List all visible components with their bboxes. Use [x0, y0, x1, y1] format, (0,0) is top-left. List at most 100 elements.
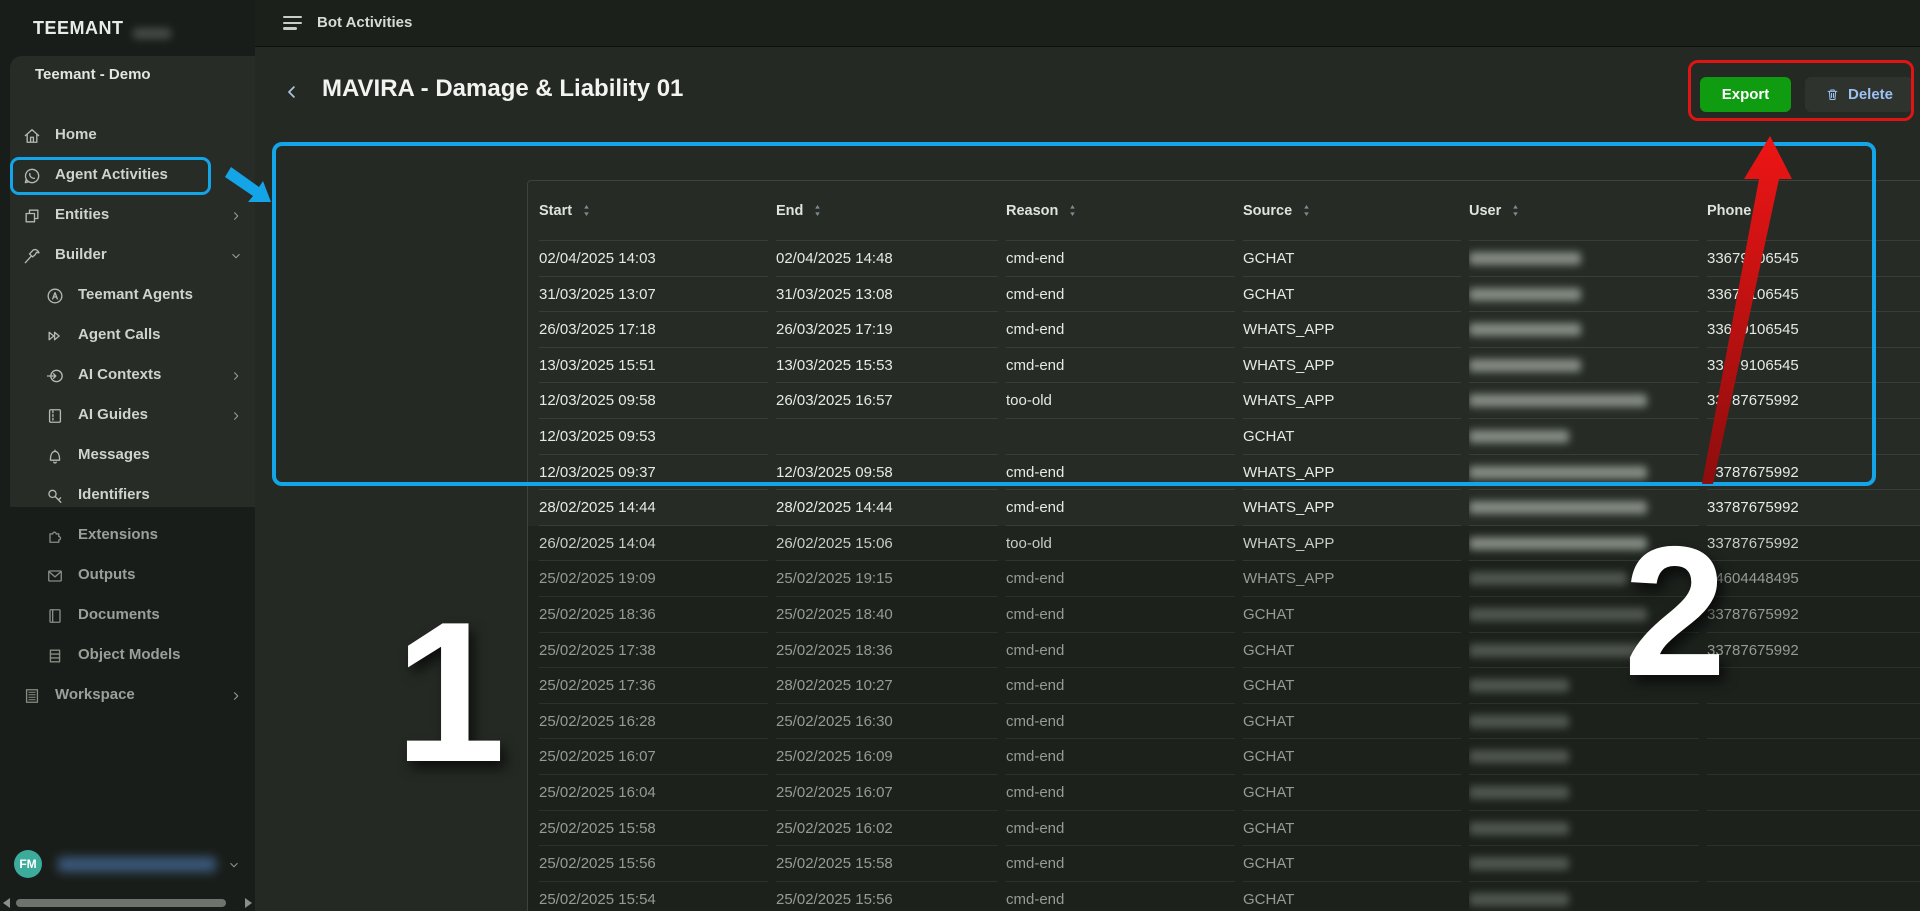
table-row[interactable]: 12/03/2025 09:37 12/03/2025 09:58 cmd-end W… [528, 454, 1920, 491]
sidebar-item-outputs[interactable]: Outputs [10, 556, 255, 596]
table-row[interactable]: 31/03/2025 13:07 31/03/2025 13:08 cmd-end G… [528, 276, 1920, 313]
delete-button[interactable]: Delete [1805, 77, 1913, 112]
cell-user [1469, 668, 1699, 704]
sidebar-horizontal-scrollbar[interactable] [0, 897, 255, 909]
sidebar-item-identifiers[interactable]: Identifiers [10, 476, 255, 516]
cell-end: 25/02/2025 16:07 [776, 775, 998, 811]
table-row[interactable]: 25/02/2025 15:56 25/02/2025 15:58 cmd-end G… [528, 846, 1920, 882]
column-header-phone[interactable]: Phone [1707, 181, 1920, 241]
cell-start: 25/02/2025 15:54 [539, 882, 768, 911]
user-redacted [1469, 465, 1647, 479]
object-models-icon [45, 646, 65, 666]
table-row[interactable]: 25/02/2025 15:58 25/02/2025 16:02 cmd-end G… [528, 810, 1920, 847]
sidebar-item-extensions[interactable]: Extensions [10, 516, 255, 556]
sidebar-item-ai-guides[interactable]: AI Guides [10, 396, 255, 436]
sidebar-item-agent-calls[interactable]: Agent Calls [10, 316, 255, 356]
user-redacted [1469, 892, 1569, 906]
sidebar-item-documents[interactable]: Documents [10, 596, 255, 636]
cell-user [1469, 348, 1699, 384]
table-row[interactable]: 25/02/2025 16:28 25/02/2025 16:30 cmd-end G… [528, 703, 1920, 740]
cell-start: 25/02/2025 16:04 [539, 775, 768, 811]
table-row[interactable]: 26/02/2025 14:04 26/02/2025 15:06 too-old W… [528, 525, 1920, 562]
table-row[interactable]: 12/03/2025 09:58 26/03/2025 16:57 too-old W… [528, 383, 1920, 419]
sidebar-item-object-models[interactable]: Object Models [10, 636, 255, 676]
cell-end: 26/03/2025 17:19 [776, 312, 998, 348]
sidebar-item-messages[interactable]: Messages [10, 436, 255, 476]
table-row[interactable]: 25/02/2025 17:36 28/02/2025 10:27 cmd-end G… [528, 668, 1920, 704]
table-row[interactable]: 02/04/2025 14:03 02/04/2025 14:48 cmd-end G… [528, 241, 1920, 277]
cell-user [1469, 882, 1699, 911]
cell-source: GCHAT [1243, 241, 1461, 277]
cell-start: 12/03/2025 09:53 [539, 419, 768, 455]
chevron-right-icon [229, 369, 243, 383]
user-redacted [1469, 287, 1581, 301]
scroll-right-arrow[interactable] [245, 898, 252, 908]
column-header-source[interactable]: Source [1243, 181, 1461, 241]
sidebar-item-entities[interactable]: Entities [10, 196, 255, 236]
back-button[interactable] [283, 80, 301, 104]
table-row[interactable]: 26/03/2025 17:18 26/03/2025 17:19 cmd-end W… [528, 312, 1920, 348]
sidebar-item-label: Extensions [78, 526, 159, 543]
workspace-title: Teemant - Demo [35, 66, 151, 83]
cell-user [1469, 312, 1699, 348]
cell-user [1469, 490, 1699, 526]
sidebar-item-builder[interactable]: Builder [10, 236, 255, 276]
column-header-end[interactable]: End [776, 181, 998, 241]
cell-end: 25/02/2025 18:40 [776, 597, 998, 633]
workspace-icon [22, 686, 42, 706]
app-logo: TEEMANT [33, 18, 124, 38]
cell-user [1469, 561, 1699, 597]
table-row[interactable]: 25/02/2025 17:38 25/02/2025 18:36 cmd-end G… [528, 632, 1920, 669]
sidebar-item-label: Documents [78, 606, 160, 623]
cell-start: 13/03/2025 15:51 [539, 348, 768, 384]
table-row[interactable]: 13/03/2025 15:51 13/03/2025 15:53 cmd-end W… [528, 347, 1920, 384]
cell-start: 25/02/2025 16:28 [539, 704, 768, 740]
sidebar-item-home[interactable]: Home [10, 116, 255, 156]
table-row[interactable]: 25/02/2025 16:04 25/02/2025 16:07 cmd-end G… [528, 775, 1920, 811]
agents-icon [45, 286, 65, 306]
delete-button-label: Delete [1847, 86, 1894, 103]
sidebar-item-teemant-agents[interactable]: Teemant Agents [10, 276, 255, 316]
export-button[interactable]: Export [1700, 77, 1791, 112]
sidebar-user-menu[interactable]: FM [0, 846, 255, 890]
home-icon [22, 126, 42, 146]
table-row[interactable]: 25/02/2025 19:09 25/02/2025 19:15 cmd-end W… [528, 561, 1920, 597]
table-row[interactable]: 25/02/2025 15:54 25/02/2025 15:56 cmd-end G… [528, 881, 1920, 911]
cell-phone [1707, 775, 1920, 811]
app-window: TEEMANT Teemant - Demo Home Agent Activit… [0, 0, 1920, 911]
cell-end: 25/02/2025 16:09 [776, 739, 998, 775]
column-header-user[interactable]: User [1469, 181, 1699, 241]
cell-source: WHATS_APP [1243, 312, 1461, 348]
scroll-left-arrow[interactable] [3, 898, 10, 908]
table-row[interactable]: 28/02/2025 14:44 28/02/2025 14:44 cmd-end W… [528, 490, 1920, 526]
table-row[interactable]: 25/02/2025 16:07 25/02/2025 16:09 cmd-end G… [528, 739, 1920, 775]
table-row[interactable]: 25/02/2025 18:36 25/02/2025 18:40 cmd-end G… [528, 597, 1920, 633]
sidebar-item-ai-contexts[interactable]: AI Contexts [10, 356, 255, 396]
cell-end: 12/03/2025 09:58 [776, 455, 998, 491]
cell-start: 25/02/2025 17:36 [539, 668, 768, 704]
sidebar: TEEMANT Teemant - Demo Home Agent Activit… [0, 0, 255, 911]
cell-phone: 33679106545 [1707, 241, 1920, 277]
column-header-start[interactable]: Start [539, 181, 768, 241]
ai-contexts-icon [45, 366, 65, 386]
scrollbar-thumb[interactable] [16, 899, 226, 907]
sidebar-item-label: Agent Calls [78, 326, 161, 343]
column-header-reason[interactable]: Reason [1006, 181, 1235, 241]
page-title: MAVIRA - Damage & Liability 01 [322, 75, 684, 102]
user-redacted [1469, 643, 1647, 657]
cell-reason: cmd-end [1006, 561, 1235, 597]
sidebar-item-agent-activities[interactable]: Agent Activities [10, 156, 255, 196]
cell-source: GCHAT [1243, 597, 1461, 633]
cell-user [1469, 241, 1699, 277]
sidebar-item-label: Object Models [78, 646, 181, 663]
sort-icon [1304, 205, 1309, 216]
hamburger-menu-icon[interactable] [283, 16, 302, 30]
column-header-label: User [1469, 202, 1502, 219]
builder-icon [22, 246, 42, 266]
cell-end: 28/02/2025 14:44 [776, 490, 998, 526]
cell-start: 28/02/2025 14:44 [539, 490, 768, 526]
sidebar-item-workspace[interactable]: Workspace [10, 676, 255, 716]
table-row[interactable]: 12/03/2025 09:53GCHATmvf@mikevictorfox.c… [528, 419, 1920, 455]
cell-source: GCHAT [1243, 633, 1461, 669]
user-redacted [1469, 501, 1647, 515]
